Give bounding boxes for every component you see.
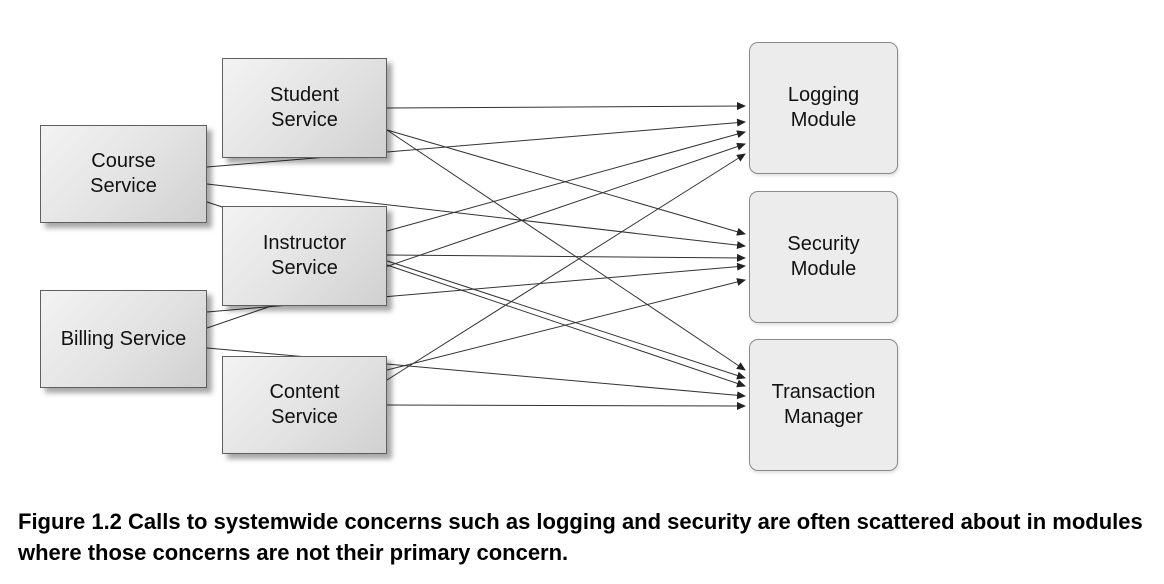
student-service-box: Student Service: [222, 58, 387, 158]
instructor-service-box: Instructor Service: [222, 206, 387, 306]
arrow-student-to-logging: [386, 102, 746, 111]
arrow-content-to-security: [386, 278, 746, 371]
logging-module-box: Logging Module: [749, 42, 898, 174]
billing-service-box: Billing Service: [40, 290, 207, 388]
figure-caption: Figure 1.2 Calls to systemwide concerns …: [18, 509, 1143, 565]
diagram: Student Service Course Service Instructo…: [0, 0, 1164, 584]
arrow-instructor-to-security: [386, 253, 746, 262]
course-service-box: Course Service: [40, 125, 207, 223]
arrow-content-to-transaction: [386, 401, 746, 410]
transaction-manager-box: Transaction Manager: [749, 339, 898, 471]
security-module-box: Security Module: [749, 191, 898, 323]
content-service-box: Content Service: [222, 356, 387, 454]
arrow-instructor-to-logging: [386, 130, 746, 232]
arrow-content-to-logging: [386, 153, 746, 381]
arrow-student-to-transaction: [386, 129, 746, 371]
